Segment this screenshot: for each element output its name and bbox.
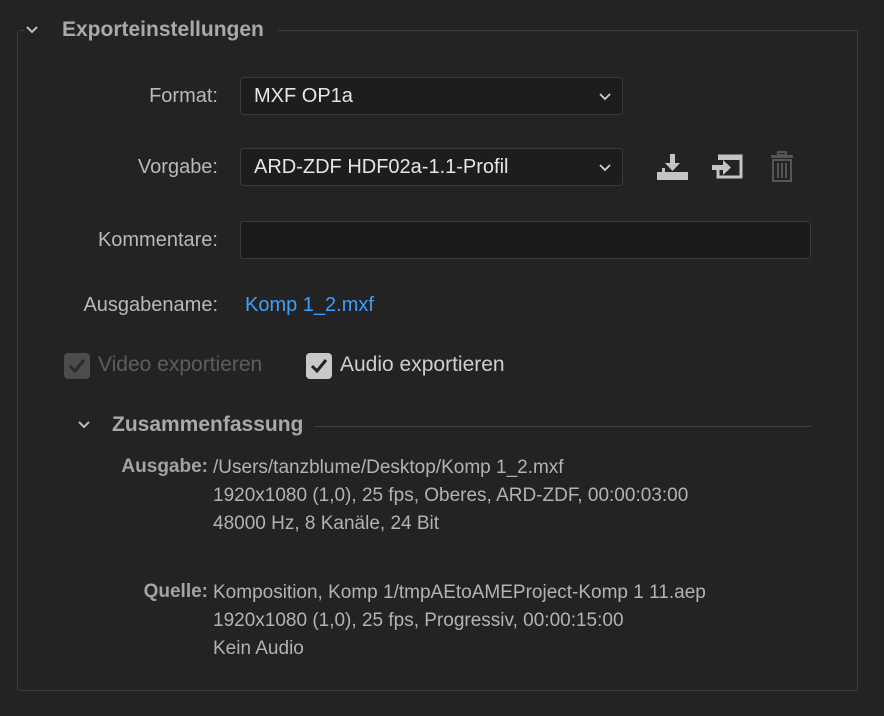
format-value: MXF OP1a bbox=[254, 84, 353, 107]
comments-input[interactable] bbox=[240, 221, 811, 259]
chevron-down-icon bbox=[599, 93, 611, 101]
checkmark-icon bbox=[68, 359, 86, 374]
summary-source-line: Komposition, Komp 1/tmpAEtoAMEProject-Ko… bbox=[213, 582, 706, 603]
save-preset-icon bbox=[657, 154, 688, 180]
export-video-checkbox[interactable] bbox=[64, 353, 90, 379]
summary-source-line: 1920x1080 (1,0), 25 fps, Progressiv, 00:… bbox=[213, 610, 624, 631]
summary-source-values: Komposition, Komp 1/tmpAEtoAMEProject-Ko… bbox=[213, 579, 706, 663]
format-dropdown[interactable]: MXF OP1a bbox=[240, 77, 623, 115]
checkmark-icon bbox=[310, 359, 328, 374]
chevron-down-icon bbox=[599, 164, 611, 172]
export-audio-label: Audio exportieren bbox=[340, 353, 505, 376]
format-label: Format: bbox=[149, 85, 218, 107]
output-name-label: Ausgabename: bbox=[83, 294, 218, 316]
summary-output-label: Ausgabe: bbox=[121, 456, 208, 477]
summary-output-line: 48000 Hz, 8 Kanäle, 24 Bit bbox=[213, 513, 440, 534]
import-preset-button[interactable] bbox=[709, 150, 745, 184]
output-name-link[interactable]: Komp 1_2.mxf bbox=[245, 294, 374, 317]
summary-output-line: 1920x1080 (1,0), 25 fps, Oberes, ARD-ZDF… bbox=[213, 485, 689, 506]
summary-title: Zusammenfassung bbox=[112, 413, 304, 436]
summary-source-line: Kein Audio bbox=[213, 638, 304, 659]
summary-divider bbox=[314, 426, 811, 427]
section-title: Exporteinstellungen bbox=[62, 18, 264, 41]
summary-header[interactable]: Zusammenfassung bbox=[76, 413, 303, 437]
save-preset-button[interactable] bbox=[654, 150, 690, 184]
summary-output-values: /Users/tanzblume/Desktop/Komp 1_2.mxf 19… bbox=[213, 454, 688, 538]
import-preset-icon bbox=[712, 154, 743, 179]
preset-value: ARD-ZDF HDF02a-1.1-Profil bbox=[254, 155, 509, 178]
comments-label: Kommentare: bbox=[97, 229, 218, 251]
delete-preset-button[interactable] bbox=[764, 150, 800, 184]
summary-source-label: Quelle: bbox=[143, 581, 208, 602]
preset-dropdown[interactable]: ARD-ZDF HDF02a-1.1-Profil bbox=[240, 148, 623, 186]
preset-label: Vorgabe: bbox=[137, 156, 218, 178]
chevron-down-icon[interactable] bbox=[76, 417, 92, 433]
export-video-label: Video exportieren bbox=[98, 353, 263, 376]
export-audio-checkbox[interactable] bbox=[306, 353, 332, 379]
chevron-down-icon[interactable] bbox=[24, 22, 40, 38]
export-settings-header[interactable]: Exporteinstellungen bbox=[24, 14, 278, 46]
trash-icon bbox=[771, 151, 793, 182]
summary-output-line: /Users/tanzblume/Desktop/Komp 1_2.mxf bbox=[213, 457, 564, 478]
